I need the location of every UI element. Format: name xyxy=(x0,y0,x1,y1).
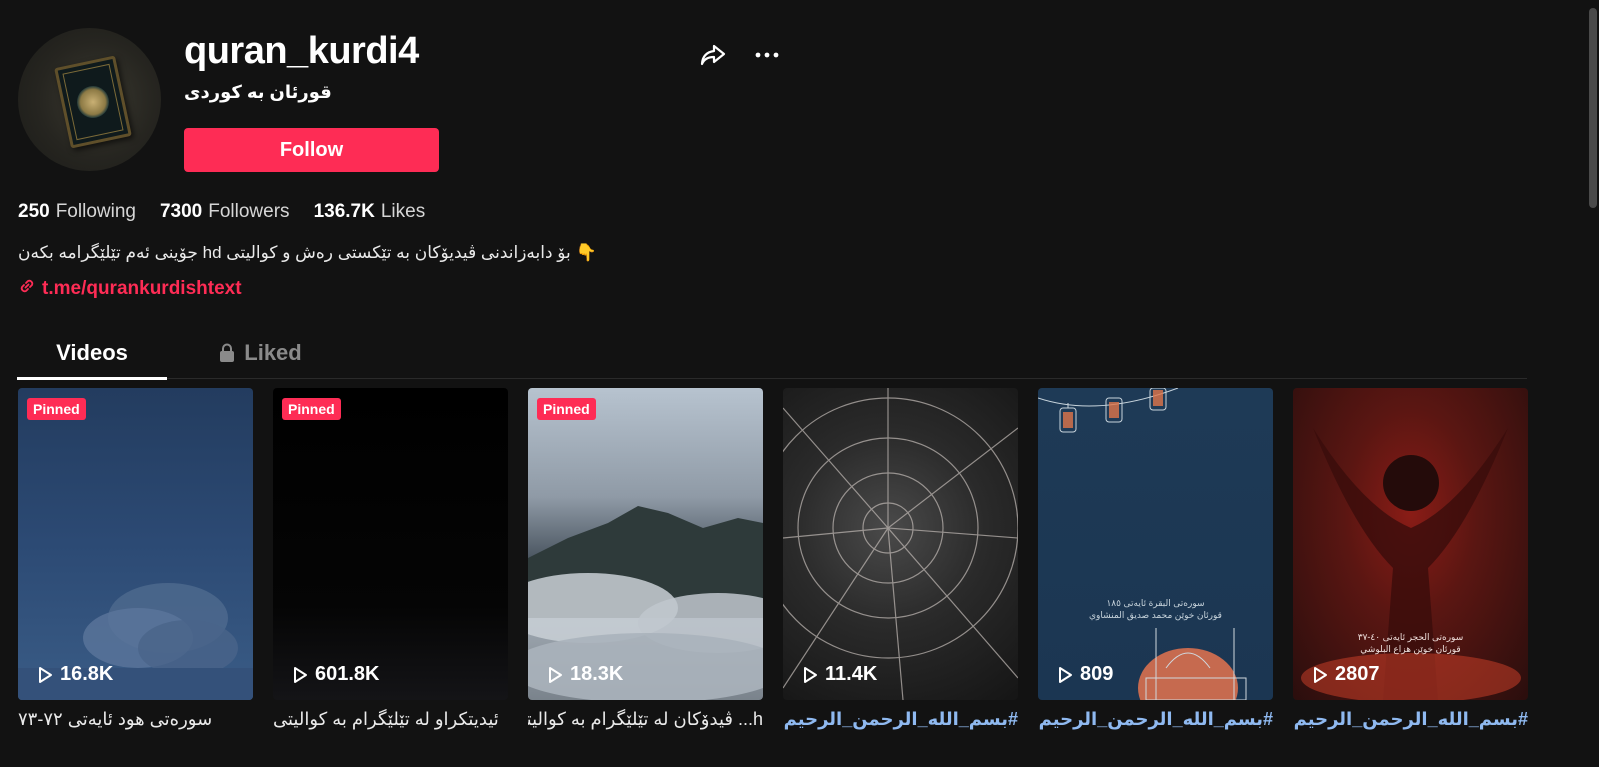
tab-liked-label: Liked xyxy=(244,340,302,365)
reciter-text: قورئان خوێن هزاع البلوشي xyxy=(1360,644,1461,654)
play-icon xyxy=(804,666,817,683)
view-count: 2807 xyxy=(1311,663,1380,686)
view-count: 11.4K xyxy=(801,663,877,686)
avatar[interactable] xyxy=(18,28,161,171)
video-card[interactable]: سورەتی الحجر ئایەتی ٤٠-٣٧ قورئان خوێن هز… xyxy=(1293,388,1528,733)
view-count: 601.8K xyxy=(291,663,380,686)
surah-title-text: سورەتی البقرة ئایەتی ١٨٥ xyxy=(1106,598,1205,608)
profile-stats: 250 Following 7300 Followers 136.7K Likes xyxy=(18,201,425,223)
nickname: قورئان بە کوردی xyxy=(184,82,332,102)
play-icon xyxy=(549,666,562,683)
play-icon xyxy=(1314,666,1327,683)
bio-link[interactable]: t.me/qurankurdishtext xyxy=(18,277,242,301)
surah-title-text: سورەتی الحجر ئایەتی ٤٠-٣٧ xyxy=(1357,632,1464,642)
scrollbar-thumb[interactable] xyxy=(1589,8,1597,208)
follow-button[interactable]: Follow xyxy=(184,128,439,172)
video-thumbnail[interactable]: Pinned 16.8K xyxy=(18,388,253,700)
username: quran_kurdi4 xyxy=(184,30,419,72)
link-icon xyxy=(18,277,36,301)
stat-followers[interactable]: 7300 Followers xyxy=(160,201,290,223)
video-thumbnail[interactable]: Pinned 601.8K xyxy=(273,388,508,700)
spiderweb-illustration xyxy=(783,388,1018,700)
bio-link-text: t.me/qurankurdishtext xyxy=(42,278,242,299)
share-icon[interactable] xyxy=(696,38,730,72)
play-icon xyxy=(1059,666,1072,683)
video-thumbnail[interactable]: 11.4K xyxy=(783,388,1018,700)
play-icon xyxy=(39,666,52,683)
stat-following[interactable]: 250 Following xyxy=(18,201,136,223)
view-count: 16.8K xyxy=(36,663,113,686)
video-thumbnail[interactable]: سورەتی الحجر ئایەتی ٤٠-٣٧ قورئان خوێن هز… xyxy=(1293,388,1528,700)
video-caption[interactable]: ئیدیتکراو لە تێلێگرام بە کوالیتی xyxy=(273,709,508,733)
video-grid: Pinned 16.8K سورەتی هود ئایەتی ٧٢-٧٣ Pin… xyxy=(18,388,1528,758)
bio-text: جۆینی ئەم تێلێگرامە بکەن hd بۆ دابەزاندن… xyxy=(18,243,597,262)
tab-videos[interactable]: Videos xyxy=(17,327,167,380)
reciter-text: قورئان خوێن محمد صديق المنشاوي xyxy=(1089,610,1222,620)
video-card[interactable]: Pinned 18.3K h... ڤیدۆکان لە تێلێگرام بە… xyxy=(528,388,763,733)
pinned-badge: Pinned xyxy=(282,398,341,420)
profile-header: quran_kurdi4 قورئان بە کوردی Follow xyxy=(18,28,798,178)
more-options-icon[interactable] xyxy=(750,38,784,72)
quran-book-image xyxy=(54,55,132,149)
video-card[interactable]: Pinned 16.8K سورەتی هود ئایەتی ٧٢-٧٣ xyxy=(18,388,253,733)
stat-likes: 136.7K Likes xyxy=(313,201,426,222)
profile-tabs: Videos Liked xyxy=(17,327,1527,380)
video-card[interactable]: سورەتی البقرة ئایەتی ١٨٥ قورئان خوێن محم… xyxy=(1038,388,1273,733)
lantern-mosque-illustration xyxy=(1038,388,1247,700)
tab-liked[interactable]: Liked xyxy=(205,327,315,379)
video-caption[interactable]: #بسم_الله_الرحمن_الرحيم ... xyxy=(1293,709,1528,733)
mountain-illustration xyxy=(528,506,763,700)
video-thumbnail[interactable]: Pinned 18.3K xyxy=(528,388,763,700)
play-icon xyxy=(294,666,307,683)
video-card[interactable]: 11.4K #بسم_الله_الرحمن_الرحيم ... xyxy=(783,388,1018,733)
scrollbar[interactable] xyxy=(1587,0,1599,767)
video-caption[interactable]: #بسم_الله_الرحمن_الرحيم ... xyxy=(1038,709,1273,733)
video-caption[interactable]: h... ڤیدۆکان لە تێلێگرام بە کوالیتی xyxy=(528,709,763,733)
cloud-illustration xyxy=(18,583,253,700)
pinned-badge: Pinned xyxy=(27,398,86,420)
view-count: 18.3K xyxy=(546,663,623,686)
video-caption[interactable]: #بسم_الله_الرحمن_الرحيم ... xyxy=(783,709,1018,733)
lock-icon xyxy=(220,343,235,362)
video-card[interactable]: Pinned 601.8K ئیدیتکراو لە تێلێگرام بە ک… xyxy=(273,388,508,733)
video-caption[interactable]: سورەتی هود ئایەتی ٧٢-٧٣ xyxy=(18,709,253,733)
pinned-badge: Pinned xyxy=(537,398,596,420)
video-thumbnail[interactable]: سورەتی البقرة ئایەتی ١٨٥ قورئان خوێن محم… xyxy=(1038,388,1273,700)
view-count: 809 xyxy=(1056,663,1113,686)
